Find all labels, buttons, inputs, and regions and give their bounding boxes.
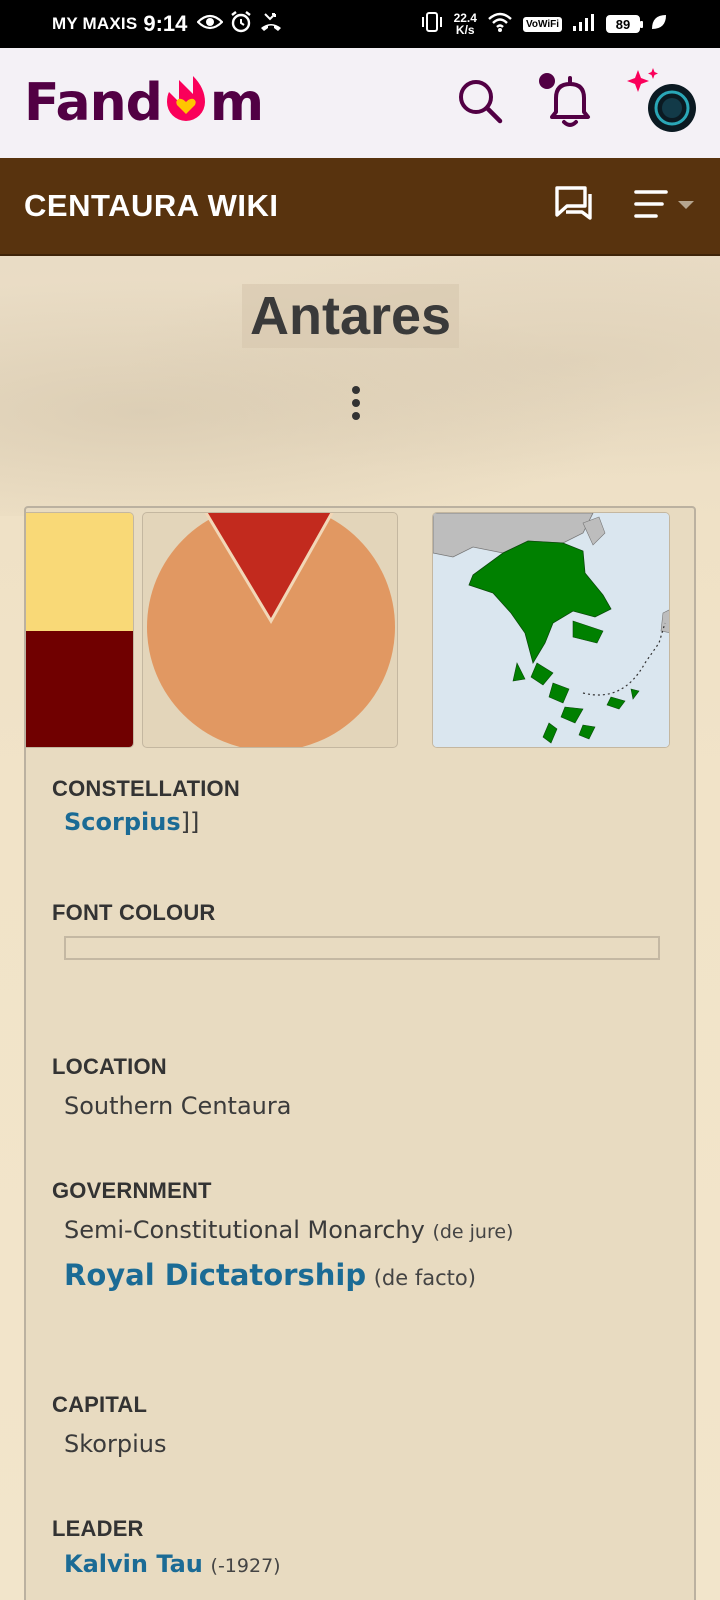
user-avatar[interactable] — [626, 68, 696, 138]
carrier-label: MY MAXIS — [52, 14, 138, 33]
eye-icon — [196, 13, 224, 36]
constellation-link[interactable]: Scorpius — [64, 808, 181, 836]
font-colour-swatch — [64, 936, 660, 960]
more-options-icon[interactable] — [352, 386, 360, 420]
capital-label: CAPITAL — [52, 1392, 148, 1417]
net-speed: 22.4 K/s — [453, 11, 477, 37]
field-location: LOCATION Southern Centaura — [52, 1054, 672, 1120]
logo-text-left: Fand — [24, 73, 163, 133]
government-label: GOVERNMENT — [52, 1178, 212, 1203]
leader-link[interactable]: Kalvin Tau — [64, 1550, 203, 1578]
battery-indicator: 89 — [606, 15, 643, 33]
wifi-icon — [487, 11, 513, 38]
logo-flame-icon — [163, 70, 209, 137]
leader-note: (-1927) — [210, 1555, 281, 1577]
vowifi-badge: VoWiFi — [522, 16, 562, 32]
flag-bottom-stripe — [26, 631, 133, 747]
location-label: LOCATION — [52, 1054, 167, 1079]
wiki-header: CENTAURA WIKI — [0, 158, 720, 256]
alarm-icon — [229, 10, 253, 39]
infobox: CONSTELLATION Scorpius]] FONT COLOUR LOC… — [24, 506, 696, 1600]
constellation-label: CONSTELLATION — [52, 776, 240, 801]
clock: 9:14 — [143, 11, 188, 36]
field-leader: LEADER Kalvin Tau (-1927) — [52, 1516, 672, 1578]
government-value-1: Semi-Constitutional Monarchy (de jure) — [64, 1216, 514, 1244]
font-colour-label: FONT COLOUR — [52, 900, 216, 925]
menu-icon[interactable] — [634, 189, 696, 223]
article-content: Antares CONSTELLATION Scorpius]] FONT CO… — [0, 256, 720, 1600]
signal-icon — [572, 12, 596, 37]
field-constellation: CONSTELLATION Scorpius]] — [52, 776, 672, 836]
capital-value: Skorpius — [64, 1430, 167, 1458]
constellation-value: Scorpius]] — [64, 808, 672, 836]
map-image[interactable] — [432, 512, 670, 748]
government-note-1: (de jure) — [432, 1221, 514, 1243]
government-link[interactable]: Royal Dictatorship — [64, 1258, 366, 1292]
logo-text-right: m — [209, 73, 264, 133]
wiki-name[interactable]: CENTAURA WIKI — [24, 188, 278, 224]
constellation-trail: ]] — [180, 808, 200, 836]
government-value-2: Royal Dictatorship (de facto) — [64, 1258, 672, 1292]
flag-image[interactable] — [26, 512, 134, 748]
discussions-icon[interactable] — [554, 185, 594, 227]
fandom-logo[interactable]: Fand m — [24, 70, 264, 137]
status-bar: MY MAXIS 9:14 22.4 K/s VoWiFi 89 — [0, 0, 720, 48]
location-value: Southern Centaura — [64, 1092, 292, 1120]
field-government: GOVERNMENT Semi-Constitutional Monarchy … — [52, 1178, 672, 1292]
page-title: Antares — [242, 284, 460, 348]
notifications-bell-icon[interactable] — [538, 72, 592, 134]
leader-value: Kalvin Tau (-1927) — [64, 1550, 672, 1578]
flag-top-stripe — [26, 513, 133, 631]
field-font-colour: FONT COLOUR — [52, 900, 672, 960]
search-icon[interactable] — [456, 77, 504, 129]
infobox-gallery[interactable] — [26, 512, 694, 748]
fandom-header: Fand m — [0, 48, 720, 158]
field-capital: CAPITAL Skorpius — [52, 1392, 672, 1458]
government-note-2: (de facto) — [373, 1266, 476, 1290]
leader-label: LEADER — [52, 1516, 144, 1541]
missed-call-icon — [259, 11, 283, 38]
leaf-icon — [650, 13, 668, 36]
vibrate-icon — [420, 10, 444, 39]
emblem-image[interactable] — [142, 512, 398, 748]
